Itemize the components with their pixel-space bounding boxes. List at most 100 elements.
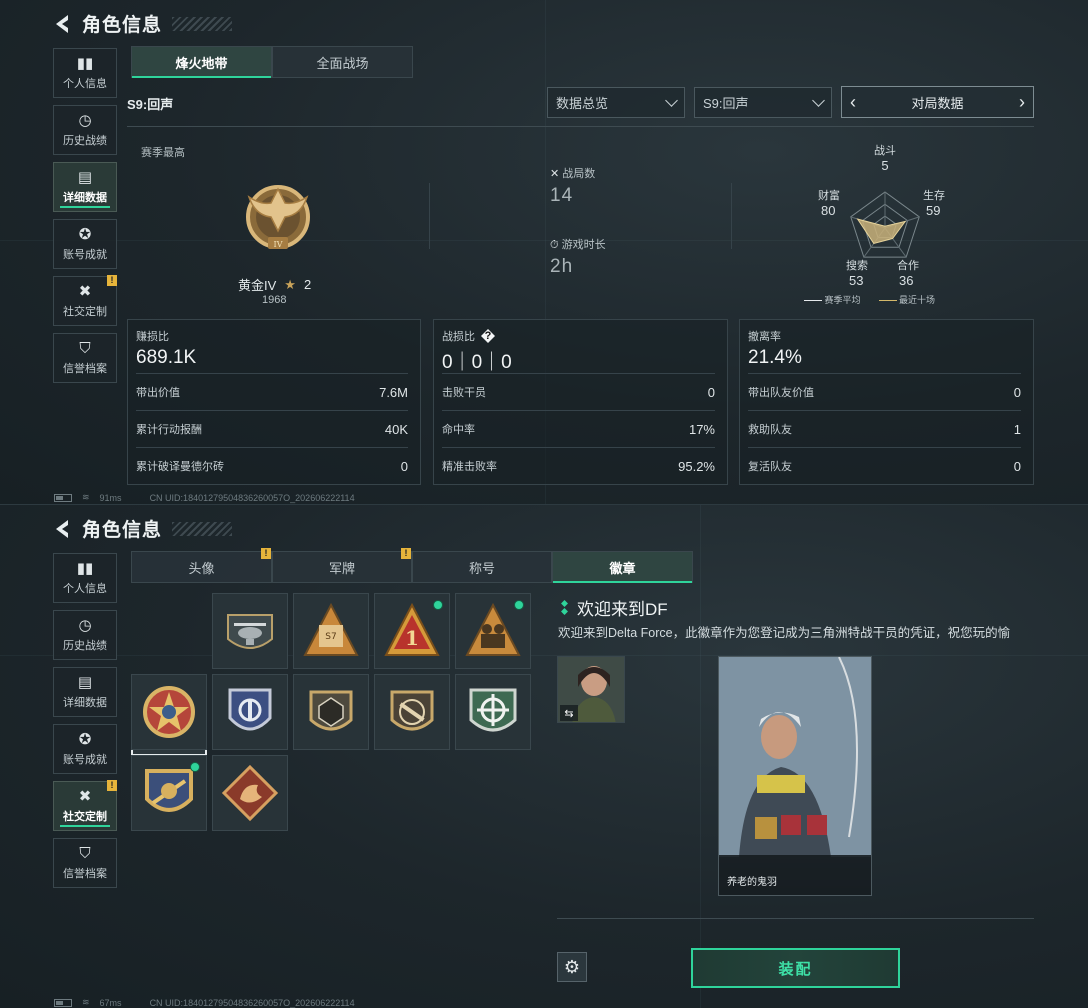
sidebar-item-history[interactable]: ◷ 历史战绩 [53,105,117,155]
battery-icon [54,493,72,502]
chevron-right-icon[interactable]: › [1019,92,1025,113]
page-title: 角色信息 [82,520,163,541]
equip-button[interactable]: 装配 [691,948,900,988]
sidebar-item-details[interactable]: ▤ 详细数据 [53,162,117,212]
badge-helicopter[interactable] [212,593,288,669]
badge-winged-arrow[interactable] [131,755,207,831]
stat-row: 累计行动报酬 40K [136,410,408,447]
sidebar-item-social[interactable]: ✖ 社交定制! [53,780,117,831]
page-header: 角色信息 [52,515,233,542]
mode-tabs: 烽火地带 全面战场 [131,46,413,78]
sidebar-item-reputation[interactable]: ⛉ 信誉档案 [53,838,117,888]
divider [429,183,430,249]
new-dot [190,762,200,772]
row-value: 7.6M [379,384,408,400]
settings-button[interactable]: ⚙ [557,952,587,982]
header-hatch-decoration [172,16,233,31]
row-value: 17% [688,421,715,437]
season-select[interactable]: S9:回声 [694,87,832,118]
card-caption: 撤离率 [748,331,781,343]
stat-row: 累计破译曼德尔砖 0 [136,447,408,484]
overview-select[interactable]: 数据总览 [547,87,685,118]
rifle-badge-icon [390,690,434,731]
row-value: 95.2% [678,458,715,474]
ping-value: 67ms [99,997,122,1008]
stat-row: 救助队友 1 [748,410,1021,447]
stat-row: 带出价值 7.6M [136,373,408,410]
avatar[interactable]: ⇆ [557,656,625,723]
back-arrow-icon[interactable] [52,518,72,540]
chevron-left-icon[interactable]: ‹ [850,92,856,113]
pager-label: 对局数据 [911,95,964,111]
sidebar-item-label: 详细数据 [63,191,107,204]
sidebar-item-achievements[interactable]: ✪ 账号成就 [53,219,117,269]
page-title: 角色信息 [82,15,163,36]
tab-dogtag[interactable]: 军牌! [272,548,412,583]
card-main-value: 0｜0｜0 [442,352,512,373]
card-caption: 赚损比 [136,331,169,343]
svg-text:⇆: ⇆ [564,707,573,720]
tab-title[interactable]: 称号 [412,551,552,583]
badge-rifle[interactable] [374,674,450,750]
sidebar-item-achievements[interactable]: ✪ 账号成就 [53,724,117,774]
sidebar-item-label: 详细数据 [63,696,107,709]
row-label: 累计行动报酬 [136,424,202,436]
sidebar-item-history[interactable]: ◷ 历史战绩 [53,610,117,660]
tab-warzone[interactable]: 烽火地带 [131,46,272,78]
radar-wealth-value: 80 [821,203,836,218]
badge-d20[interactable] [293,674,369,750]
badge-soldiers[interactable] [455,593,531,669]
radar-search-value: 53 [849,273,864,288]
matches-stat: ✕ 战局数 14 [550,165,595,207]
help-icon[interactable]: ? [481,329,495,343]
dice-badge-icon [309,690,353,731]
back-arrow-icon[interactable] [52,13,72,35]
rank-stars: 2 [303,277,312,292]
season-label: S9:回声 [127,97,174,112]
stat-row: 命中率 17% [442,410,715,447]
row-value: 0 [1013,458,1021,474]
radar-survival-label: 生存 [923,190,945,202]
badge-star-emblem[interactable] [131,674,207,750]
card-main-value: 689.1K [136,347,197,368]
sidebar-item-profile[interactable]: ▮▮ 个人信息 [53,553,117,603]
badge-number-one[interactable]: 1 [374,593,450,669]
notice-badge: ! [401,548,411,559]
badge-dragon[interactable] [212,755,288,831]
badge-crosshair[interactable] [455,674,531,750]
sidebar-item-social[interactable]: ✖ 社交定制! [53,275,117,326]
badge-blue-shield[interactable] [212,674,288,750]
sidebar-item-label: 历史战绩 [63,639,107,652]
tab-battlefield[interactable]: 全面战场 [272,46,413,78]
tab-avatar[interactable]: 头像! [131,548,272,583]
sidebar-item-label: 历史战绩 [63,134,107,147]
ping-value: 91ms [99,492,122,503]
badge-s7[interactable]: S7 [293,593,369,669]
matches-label: 战局数 [562,168,596,180]
radar-value-area [856,218,907,245]
status-bar: ≋ 91ms CN UID:18401279504836260057O_2026… [54,492,355,503]
radar-legend: 赛季平均 最近十场 [804,293,935,306]
tools-icon: ✖ [78,787,92,805]
tab-badge[interactable]: 徽章 [552,551,693,583]
sidebar-item-profile[interactable]: ▮▮ 个人信息 [53,48,117,98]
sidebar-item-label: 账号成就 [63,248,107,261]
sidebar-item-label: 信誉档案 [63,362,107,375]
badge-grid: S7 1 [131,593,531,831]
sidebar-item-details[interactable]: ▤ 详细数据 [53,667,117,717]
ability-radar-chart: 战斗 5 生存 59 财富 80 搜索 53 合作 36 赛季平均 最近十场 [800,140,970,310]
dragon-badge-icon [221,764,279,822]
soldiers-badge-icon [465,602,521,656]
row-label: 救助队友 [748,424,792,436]
operator-card-image [719,657,871,857]
sidebar-item-reputation[interactable]: ⛉ 信誉档案 [53,333,117,383]
radar-combat-label: 战斗 [874,145,896,157]
row-value: 0 [1013,384,1021,400]
badge-detail-title: 欢迎来到DF [560,595,668,620]
row-label: 复活队友 [748,461,792,473]
badge-name: 欢迎来到DF [577,600,668,619]
tools-icon: ✖ [78,282,92,300]
row-label: 累计破译曼德尔砖 [136,461,224,473]
shield-icon: ⛉ [79,339,91,357]
star-icon: ★ [284,276,296,292]
